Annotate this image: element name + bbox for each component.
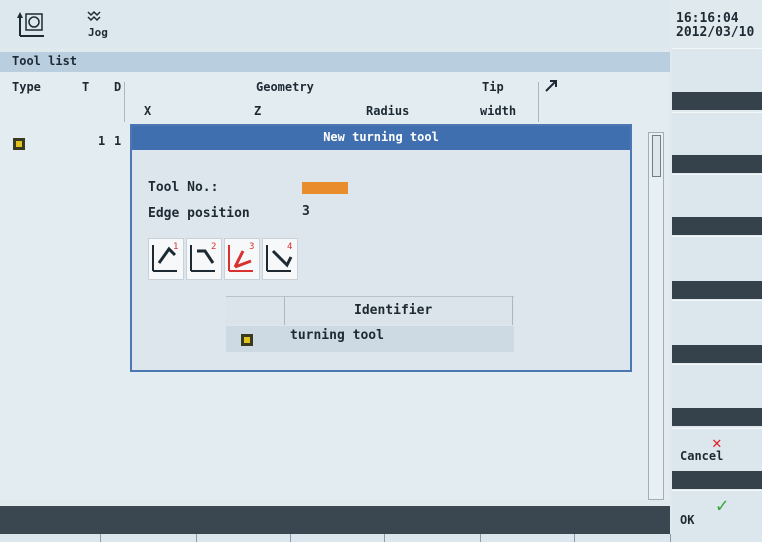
clock-time: 16:16:04 <box>676 12 739 26</box>
clock: 16:16:04 2012/03/10 <box>676 12 762 40</box>
col-t: T <box>82 80 90 94</box>
top-status-bar: Jog <box>0 0 670 48</box>
col-x: X <box>144 104 152 118</box>
softkey-separator <box>672 92 762 110</box>
edge-position-2-option[interactable]: 2 <box>186 238 222 280</box>
col-geometry: Geometry <box>256 80 314 94</box>
cancel-button[interactable]: ✕ Cancel <box>672 428 762 471</box>
edge-label: 4 <box>287 242 292 252</box>
row-t: 1 <box>98 134 106 148</box>
table-row[interactable]: 1 1 <box>0 132 130 154</box>
ok-check-icon: ✓ <box>716 493 729 517</box>
turning-tool-icon <box>240 332 254 351</box>
softkey-v3[interactable] <box>672 174 762 217</box>
cancel-button-label: Cancel <box>680 449 724 463</box>
turning-tool-icon <box>12 136 26 155</box>
col-z: Z <box>254 104 262 118</box>
horizontal-softkey-bar <box>0 506 670 534</box>
edge-label: 1 <box>173 242 178 252</box>
edge-position-value: 3 <box>302 204 310 219</box>
edge-position-4-option[interactable]: 4 <box>262 238 298 280</box>
clock-date: 2012/03/10 <box>676 25 755 40</box>
softkey-separator <box>672 345 762 363</box>
col-d: D <box>114 80 122 94</box>
edge-position-1-option[interactable]: 1 <box>148 238 184 280</box>
ok-button-label: OK <box>680 513 695 527</box>
softkey-separator <box>672 408 762 426</box>
page-title: Tool list <box>12 54 78 68</box>
tool-no-input[interactable] <box>302 182 348 194</box>
softkey-divider <box>480 534 481 542</box>
edge-label: 3 <box>249 242 254 252</box>
softkey-v1[interactable] <box>672 48 762 93</box>
mode-label: Jog <box>88 26 108 39</box>
softkey-divider <box>574 534 575 542</box>
tool-no-label: Tool No.: <box>148 180 219 195</box>
row-d: 1 <box>114 134 122 148</box>
edge-position-3-option[interactable]: 3 <box>224 238 260 280</box>
column-divider <box>538 82 539 122</box>
col-width: width <box>480 104 517 118</box>
bottom-softkey-row[interactable] <box>0 534 762 542</box>
softkey-divider <box>100 534 101 542</box>
scrollbar-thumb[interactable] <box>652 135 661 177</box>
col-radius: Radius <box>366 104 410 118</box>
dialog-title: New turning tool <box>132 126 630 150</box>
column-divider <box>512 297 513 325</box>
softkey-separator <box>672 281 762 299</box>
new-turning-tool-dialog: New turning tool Tool No.: Edge position… <box>130 124 632 372</box>
vertical-scrollbar[interactable] <box>648 132 664 500</box>
softkey-separator <box>672 155 762 173</box>
softkey-separator <box>672 471 762 489</box>
softkey-v2[interactable] <box>672 112 762 155</box>
edge-label: 2 <box>211 242 216 252</box>
edge-position-label: Edge position <box>148 206 250 221</box>
identifier-table: Identifier turning tool <box>226 296 514 356</box>
softkey-divider <box>670 534 671 542</box>
tool-list-title-bar: Tool list <box>0 52 670 72</box>
softkey-v5[interactable] <box>672 300 762 345</box>
column-divider <box>124 82 125 122</box>
softkey-divider <box>290 534 291 542</box>
identifier-header: Identifier <box>226 296 514 325</box>
axis-frame-icon <box>14 10 48 40</box>
softkey-separator <box>672 217 762 235</box>
identifier-column-label: Identifier <box>354 303 433 318</box>
identifier-value: turning tool <box>290 328 384 343</box>
sort-icon[interactable] <box>544 78 558 97</box>
col-tip: Tip <box>482 80 504 94</box>
identifier-row[interactable]: turning tool <box>226 326 514 352</box>
col-type: Type <box>12 80 41 94</box>
ok-button[interactable]: ✓ OK <box>672 490 762 535</box>
softkey-v6[interactable] <box>672 364 762 409</box>
softkey-divider <box>384 534 385 542</box>
softkey-v4[interactable] <box>672 236 762 281</box>
column-divider <box>284 297 285 325</box>
softkey-divider <box>196 534 197 542</box>
